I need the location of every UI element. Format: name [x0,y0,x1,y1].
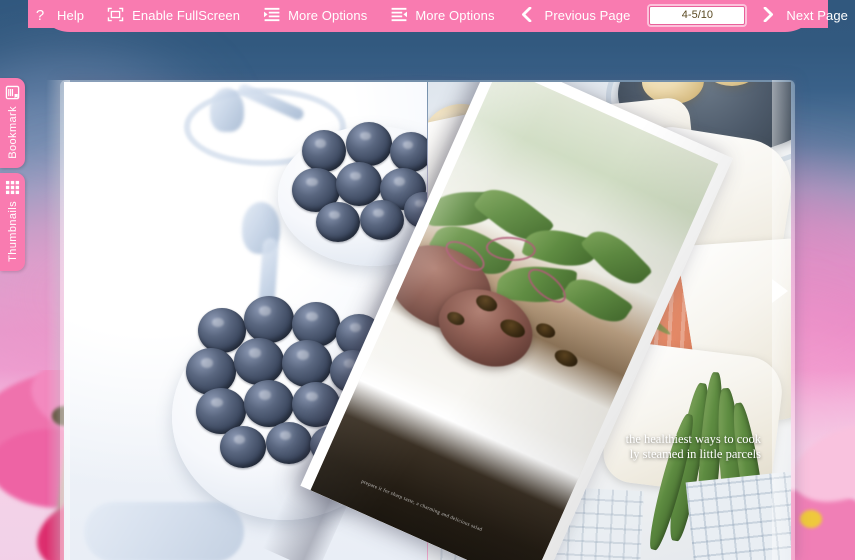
question-mark-icon: ? [32,7,50,23]
enable-fullscreen-button[interactable]: Enable FullScreen [101,2,249,28]
caption-line-2: ly steamed in little parcels [629,447,761,461]
chevron-right-icon [761,7,779,23]
list-right-icon [263,7,281,23]
book-spread[interactable]: the healthiest ways to cook ly steamed i… [64,82,791,560]
previous-page-button[interactable]: Previous Page [514,2,640,28]
sidebar-item-bookmark-label: Bookmark [6,106,19,159]
more-options-button-2[interactable]: More Options [384,2,503,28]
page-number-input[interactable] [649,5,746,25]
book-page-right[interactable]: the healthiest ways to cook ly steamed i… [428,82,791,560]
more-options-label-2: More Options [415,7,495,23]
help-label: Help [57,7,85,23]
page-left-artwork [64,82,427,560]
enable-fullscreen-label: Enable FullScreen [132,7,241,23]
sidebar-item-thumbnails[interactable]: Thumbnails [0,172,25,271]
chevron-right-icon [772,279,788,303]
help-button[interactable]: ? Help [26,2,93,28]
fullscreen-icon [107,7,125,23]
list-left-icon [390,7,408,23]
page-right-artwork: the healthiest ways to cook ly steamed i… [428,82,791,560]
flipbook-viewer-app: the healthiest ways to cook ly steamed i… [0,0,855,560]
top-toolbar: ? Help Enable FullScreen More Options Mo… [0,0,855,34]
bookmark-page-icon [5,85,20,100]
next-page-button[interactable]: Next Page [755,2,855,28]
sidebar-item-thumbnails-label: Thumbnails [6,200,19,262]
chevron-left-icon [520,7,538,23]
more-options-label-1: More Options [288,7,368,23]
sidebar-tabs: Bookmark Thumbnails [0,78,26,276]
toolbar-items: ? Help Enable FullScreen More Options Mo… [0,0,855,30]
chevron-left-icon [66,279,82,303]
sidebar-item-bookmark[interactable]: Bookmark [0,78,25,168]
previous-page-label: Previous Page [544,7,631,23]
caption-line-1: the healthiest ways to cook [625,432,761,446]
grid-thumbnails-icon [5,180,20,195]
next-page-arrow[interactable] [762,268,798,314]
book-page-left[interactable] [64,82,427,560]
svg-text:?: ? [36,7,44,23]
more-options-button-1[interactable]: More Options [257,2,376,28]
page-right-caption: the healthiest ways to cook ly steamed i… [626,432,761,462]
next-page-label: Next Page [786,7,849,23]
previous-page-arrow[interactable] [56,268,92,314]
